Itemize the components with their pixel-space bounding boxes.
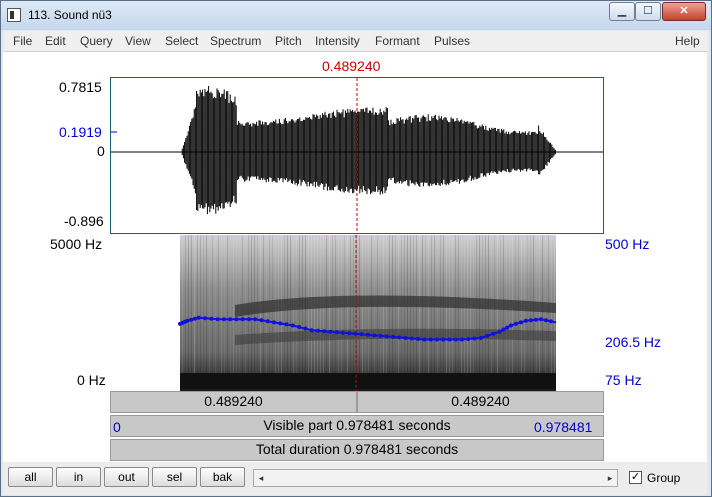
zoom-back-button[interactable]: bak (200, 467, 245, 487)
menu-pulses[interactable]: Pulses (434, 34, 470, 48)
minimize-button[interactable]: ▁ (609, 2, 635, 21)
group-checkbox[interactable]: ✓ (629, 471, 642, 484)
menu-query[interactable]: Query (80, 34, 113, 48)
group-label: Group (647, 471, 680, 485)
bottom-toolbar: all in out sel bak ◂ ▸ ✓ Group (3, 462, 707, 495)
menu-view[interactable]: View (125, 34, 151, 48)
zoom-all-button[interactable]: all (8, 467, 53, 487)
menu-bar: File Edit Query View Select Spectrum Pit… (4, 31, 708, 52)
close-button[interactable]: ✕ (662, 2, 706, 21)
title-bar[interactable]: 113. Sound nü3 ▁ ☐ ✕ (1, 1, 711, 30)
scroll-left-arrow-icon[interactable]: ◂ (254, 470, 268, 486)
menu-formant[interactable]: Formant (375, 34, 420, 48)
menu-file[interactable]: File (13, 34, 32, 48)
app-icon (7, 8, 21, 22)
maximize-button[interactable]: ☐ (635, 2, 661, 21)
menu-edit[interactable]: Edit (45, 34, 66, 48)
horizontal-scrollbar[interactable]: ◂ ▸ (253, 469, 618, 487)
scroll-right-arrow-icon[interactable]: ▸ (603, 470, 617, 486)
menu-intensity[interactable]: Intensity (315, 34, 360, 48)
praat-sound-window: 113. Sound nü3 ▁ ☐ ✕ File Edit Query Vie… (0, 0, 712, 497)
menu-pitch[interactable]: Pitch (275, 34, 302, 48)
zoom-in-button[interactable]: in (56, 467, 101, 487)
menu-help[interactable]: Help (675, 34, 700, 48)
menu-spectrum[interactable]: Spectrum (210, 34, 261, 48)
zoom-out-button[interactable]: out (104, 467, 149, 487)
menu-select[interactable]: Select (165, 34, 198, 48)
window-title: 113. Sound nü3 (28, 8, 112, 22)
zoom-sel-button[interactable]: sel (152, 467, 197, 487)
